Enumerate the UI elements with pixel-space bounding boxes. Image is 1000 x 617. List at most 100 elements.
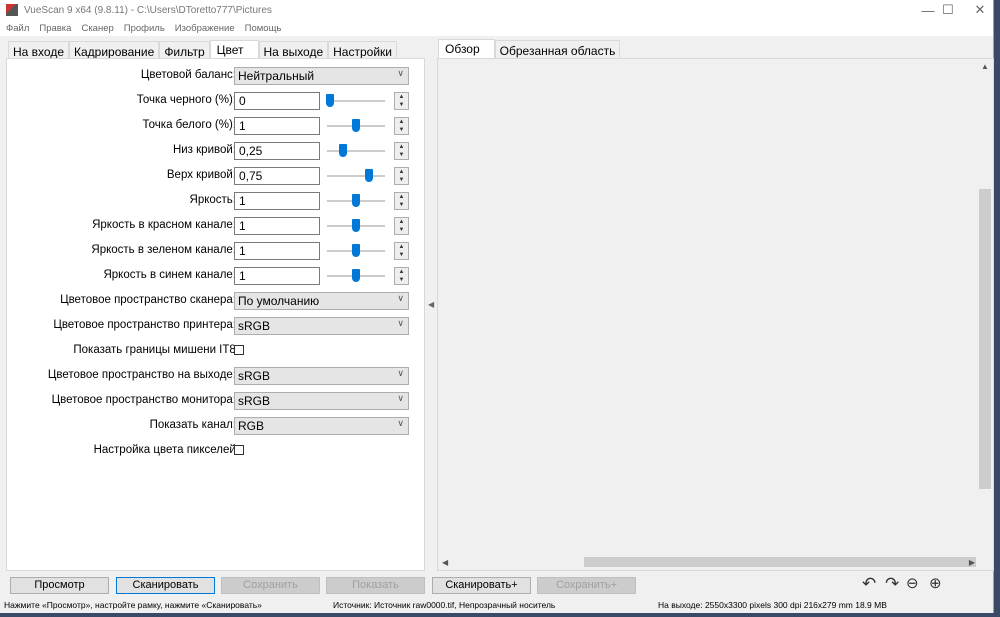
rotate-right-icon[interactable]: ↷ <box>885 574 899 594</box>
slider-thumb[interactable] <box>352 219 360 232</box>
horizontal-scroll-thumb[interactable] <box>584 557 976 567</box>
button-2: Сохранить <box>221 577 320 594</box>
setting-checkbox[interactable] <box>234 345 244 355</box>
setting-dropdown[interactable]: sRGB ∨ <box>234 317 409 335</box>
slider-track <box>327 100 385 102</box>
tab-1[interactable]: Обрезанная область <box>494 40 621 58</box>
setting-slider[interactable] <box>327 168 385 184</box>
setting-row: Низ кривой: 0,25 ▲ ▼ <box>7 141 426 161</box>
setting-slider[interactable] <box>327 118 385 134</box>
slider-thumb[interactable] <box>352 119 360 132</box>
close-button[interactable]: ✕ <box>960 0 1000 20</box>
left-tabs: На входе Кадрирование Фильтр Цвет На выходе Н… <box>8 40 397 59</box>
setting-label: Яркость в зеленом канале: <box>91 244 236 256</box>
setting-input[interactable]: 1 <box>234 192 320 210</box>
spinner[interactable]: ▲ ▼ <box>394 167 409 185</box>
tab-5[interactable]: Настройки <box>328 41 397 59</box>
setting-input[interactable]: 1 <box>234 242 320 260</box>
spinner[interactable]: ▲ ▼ <box>394 242 409 260</box>
spinner[interactable]: ▲ ▼ <box>394 92 409 110</box>
spinner[interactable]: ▲ ▼ <box>394 142 409 160</box>
slider-thumb[interactable] <box>325 94 334 107</box>
menu-item[interactable]: Изображение <box>175 23 235 34</box>
setting-slider[interactable] <box>327 193 385 209</box>
scroll-up-icon[interactable]: ▲ <box>981 62 989 71</box>
window-title: VueScan 9 x64 (9.8.11) - C:\Users\DToret… <box>24 4 272 16</box>
menu-item[interactable]: Сканер <box>81 23 113 34</box>
dropdown-value: Нейтральный <box>238 69 315 83</box>
setting-dropdown[interactable]: RGB ∨ <box>234 417 409 435</box>
setting-row: Точка черного (%): 0 ▲ ▼ <box>7 91 426 111</box>
button-3: Показать <box>326 577 425 594</box>
scroll-left-icon[interactable]: ◀ <box>442 558 448 567</box>
scroll-right-icon[interactable]: ▶ <box>969 558 975 567</box>
zoom-in-icon[interactable]: ⊕ <box>929 574 942 592</box>
slider-thumb[interactable] <box>352 244 360 257</box>
spinner[interactable]: ▲ ▼ <box>394 192 409 210</box>
spinner[interactable]: ▲ ▼ <box>394 217 409 235</box>
setting-input[interactable]: 1 <box>234 217 320 235</box>
chevron-down-icon: ∨ <box>397 418 404 428</box>
setting-label: Цветовое пространство принтера: <box>53 319 236 331</box>
vertical-scroll-thumb[interactable] <box>979 189 991 489</box>
tab-2[interactable]: Фильтр <box>159 41 210 59</box>
setting-dropdown[interactable]: sRGB ∨ <box>234 392 409 410</box>
setting-input[interactable]: 0,75 <box>234 167 320 185</box>
setting-input[interactable]: 0,25 <box>234 142 320 160</box>
setting-input[interactable]: 1 <box>234 117 320 135</box>
setting-row: Яркость: 1 ▲ ▼ <box>7 191 426 211</box>
setting-slider[interactable] <box>327 243 385 259</box>
button-1[interactable]: Сканировать <box>116 577 215 594</box>
spinner[interactable]: ▲ ▼ <box>394 267 409 285</box>
slider-thumb[interactable] <box>352 194 360 207</box>
collapse-arrow-icon[interactable]: ◀ <box>428 300 434 309</box>
setting-label: Яркость в синем канале: <box>103 269 236 281</box>
horizontal-scrollbar[interactable]: ◀ ▶ <box>438 555 979 570</box>
status-source: Источник: Источник raw0000.tif, Непрозра… <box>333 600 556 610</box>
setting-row: Цветовой баланс: Нейтральный ∨ <box>7 66 426 86</box>
button-5: Сохранить+ <box>537 577 636 594</box>
slider-thumb[interactable] <box>339 144 348 157</box>
setting-label: Верх кривой: <box>166 169 236 181</box>
setting-label: Цветовое пространство монитора: <box>51 394 236 406</box>
button-0[interactable]: Просмотр <box>10 577 109 594</box>
vertical-scrollbar[interactable]: ▲ <box>977 59 993 556</box>
rotate-left-icon[interactable]: ↶ <box>862 574 876 594</box>
setting-input[interactable]: 0 <box>234 92 320 110</box>
menu-item[interactable]: Помощь <box>245 23 282 34</box>
setting-dropdown[interactable]: sRGB ∨ <box>234 367 409 385</box>
setting-row: Цветовое пространство принтера: sRGB ∨ <box>7 316 426 336</box>
tab-4[interactable]: На выходе <box>258 41 329 59</box>
vuescan-window: VueScan 9 x64 (9.8.11) - C:\Users\DToret… <box>0 0 994 613</box>
slider-track <box>327 150 385 152</box>
tab-1[interactable]: Кадрирование <box>69 41 160 59</box>
setting-input[interactable]: 1 <box>234 267 320 285</box>
setting-label: Показать границы мишени IT8: <box>73 344 239 356</box>
menu-item[interactable]: Правка <box>39 23 71 34</box>
setting-slider[interactable] <box>327 268 385 284</box>
status-output: На выходе: 2550x3300 pixels 300 dpi 216x… <box>658 600 887 610</box>
color-settings-panel: Цветовой баланс: Нейтральный ∨ Точка черног… <box>6 58 425 571</box>
tab-0[interactable]: На входе <box>8 41 69 59</box>
chevron-down-icon: ∨ <box>397 368 404 378</box>
menu-item[interactable]: Профиль <box>124 23 165 34</box>
tab-0[interactable]: Обзор <box>438 39 495 58</box>
chevron-down-icon: ∨ <box>397 393 404 403</box>
setting-checkbox[interactable] <box>234 445 244 455</box>
setting-slider[interactable] <box>325 93 385 109</box>
spinner[interactable]: ▲ ▼ <box>394 117 409 135</box>
slider-thumb[interactable] <box>352 269 360 282</box>
setting-slider[interactable] <box>327 143 385 159</box>
setting-dropdown[interactable]: Нейтральный ∨ <box>234 67 409 85</box>
zoom-out-icon[interactable]: ⊖ <box>906 574 919 592</box>
dropdown-value: RGB <box>238 419 265 433</box>
slider-thumb[interactable] <box>364 169 373 182</box>
setting-dropdown[interactable]: По умолчанию ∨ <box>234 292 409 310</box>
setting-slider[interactable] <box>327 218 385 234</box>
setting-row: Настройка цвета пикселей: <box>7 441 426 461</box>
button-4[interactable]: Сканировать+ <box>432 577 531 594</box>
menu-item[interactable]: Файл <box>6 23 29 34</box>
tab-3[interactable]: Цвет <box>209 40 259 59</box>
setting-row: Яркость в красном канале: 1 ▲ ▼ <box>7 216 426 236</box>
chevron-down-icon: ∨ <box>397 68 404 78</box>
